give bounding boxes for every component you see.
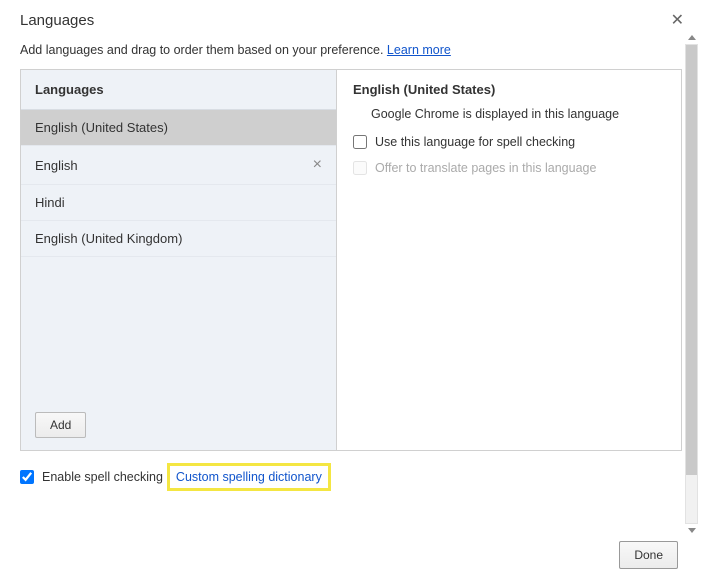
languages-dialog: Languages ✕ Add languages and drag to or… [0, 0, 702, 583]
display-language-text: Google Chrome is displayed in this langu… [371, 107, 665, 121]
dialog-actions: Done [619, 541, 678, 569]
language-label: Hindi [35, 195, 65, 210]
translate-label: Offer to translate pages in this languag… [375, 161, 596, 175]
language-label: English (United Kingdom) [35, 231, 182, 246]
language-label: English (United States) [35, 120, 168, 135]
scrollbar-thumb[interactable] [686, 45, 697, 475]
remove-language-icon[interactable]: × [313, 156, 322, 174]
close-icon[interactable]: ✕ [671, 10, 684, 30]
learn-more-link[interactable]: Learn more [387, 43, 451, 57]
languages-panel: Languages English (United States) Englis… [20, 69, 682, 451]
dialog-description: Add languages and drag to order them bas… [0, 37, 702, 69]
add-language-button[interactable]: Add [35, 412, 86, 438]
language-options-panel: English (United States) Google Chrome is… [337, 70, 681, 450]
language-item[interactable]: Hindi [21, 185, 336, 221]
content-area: Languages English (United States) Englis… [20, 69, 682, 451]
highlight-box: Custom spelling dictionary [167, 463, 331, 491]
language-label: English [35, 158, 78, 173]
add-section: Add [21, 400, 336, 450]
language-item[interactable]: English × [21, 146, 336, 185]
spellcheck-label: Use this language for spell checking [375, 135, 575, 149]
language-list-panel: Languages English (United States) Englis… [21, 70, 337, 450]
done-button[interactable]: Done [619, 541, 678, 569]
enable-spellcheck-checkbox[interactable] [20, 470, 34, 484]
language-item[interactable]: English (United Kingdom) [21, 221, 336, 257]
spellcheck-option[interactable]: Use this language for spell checking [353, 135, 665, 149]
spellcheck-checkbox[interactable] [353, 135, 367, 149]
language-list: English (United States) English × Hindi … [21, 110, 336, 400]
dialog-title: Languages [0, 0, 702, 37]
selected-language-title: English (United States) [353, 82, 665, 97]
scroll-down-icon[interactable] [688, 528, 696, 533]
language-list-header: Languages [21, 70, 336, 110]
enable-spellcheck-label: Enable spell checking [42, 470, 163, 484]
language-item[interactable]: English (United States) [21, 110, 336, 146]
custom-dictionary-link[interactable]: Custom spelling dictionary [176, 470, 322, 484]
scroll-up-icon[interactable] [688, 35, 696, 40]
description-text: Add languages and drag to order them bas… [20, 43, 387, 57]
scrollbar[interactable] [685, 44, 698, 524]
enable-spellcheck-row: Enable spell checking Custom spelling di… [0, 451, 702, 499]
translate-option: Offer to translate pages in this languag… [353, 161, 665, 175]
translate-checkbox [353, 161, 367, 175]
